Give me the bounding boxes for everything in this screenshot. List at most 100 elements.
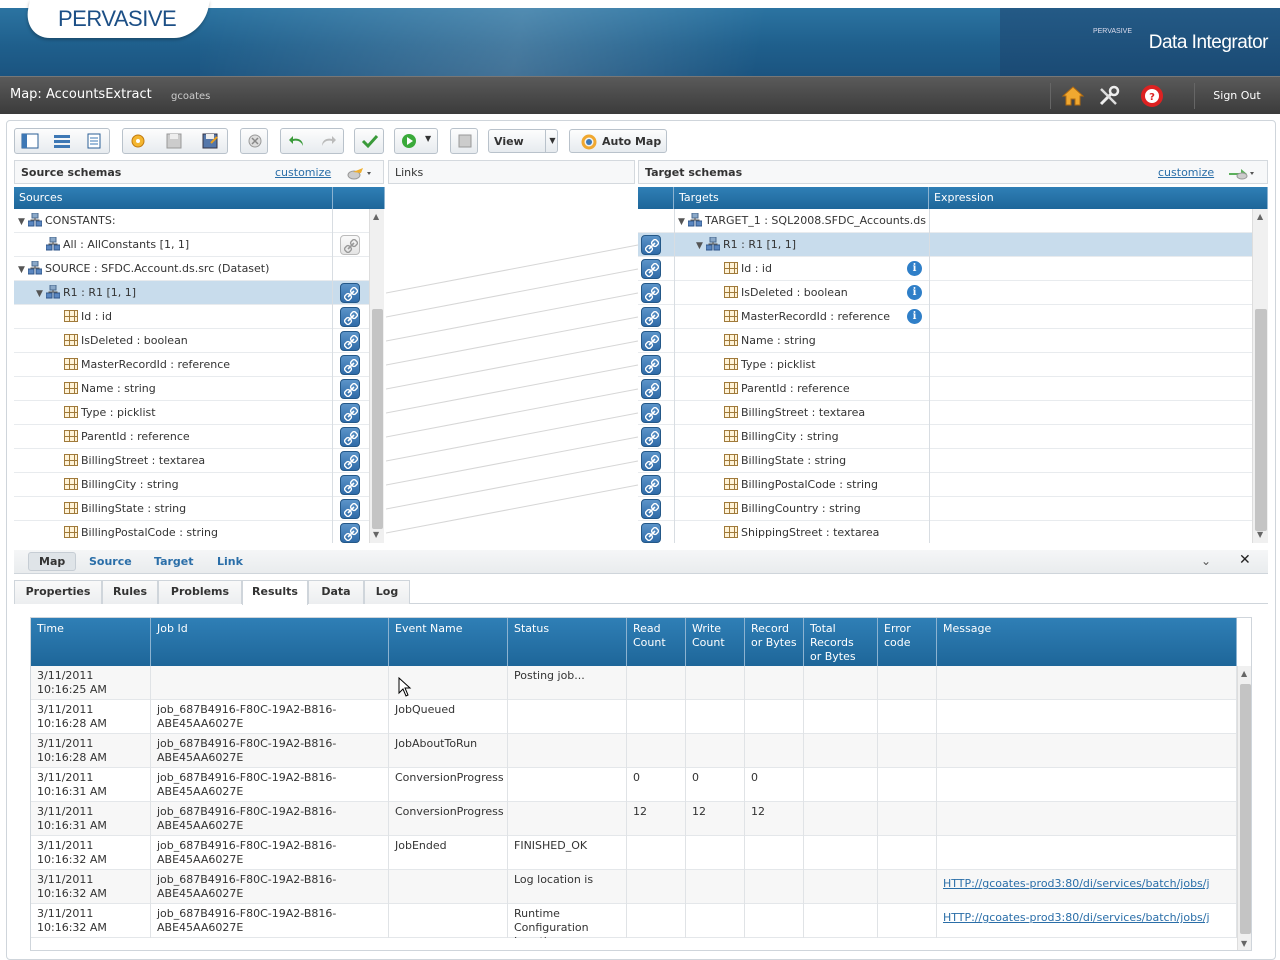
help-icon[interactable]: ? (1140, 85, 1164, 107)
link-icon[interactable] (641, 307, 661, 327)
link-line[interactable] (386, 412, 638, 462)
target-tree-row[interactable]: BillingCity : string (638, 425, 1252, 449)
table-row[interactable]: 3/11/2011 10:16:32 AM job_687B4916-F80C-19… (31, 870, 1237, 904)
stop-button[interactable] (450, 128, 478, 154)
source-schema-menu-icon[interactable] (345, 165, 373, 181)
target-schema-menu-icon[interactable] (1227, 165, 1257, 181)
table-row[interactable]: 3/11/2011 10:16:32 AM job_687B4916-F80C-19… (31, 836, 1237, 870)
link-icon[interactable] (641, 427, 661, 447)
table-row[interactable]: 3/11/2011 10:16:31 AM job_687B4916-F80C-19… (31, 768, 1237, 802)
results-column-header[interactable]: Total Records or Bytes (804, 618, 878, 666)
expand-caret-icon[interactable]: ▼ (696, 235, 706, 258)
link-icon[interactable] (641, 451, 661, 471)
link-icon[interactable] (340, 475, 360, 495)
results-scroll-thumb[interactable] (1240, 684, 1251, 934)
target-tree-row[interactable]: BillingCountry : string (638, 497, 1252, 521)
target-tree-row[interactable]: ShippingStreet : textarea (638, 521, 1252, 543)
link-icon[interactable] (641, 379, 661, 399)
link-icon[interactable] (340, 283, 360, 303)
undo-icon[interactable] (288, 133, 306, 149)
results-column-header[interactable]: Time (31, 618, 151, 666)
table-row[interactable]: 3/11/2011 10:16:28 AM job_687B4916-F80C-19… (31, 700, 1237, 734)
message-link[interactable]: HTTP://gcoates-prod3:80/di/services/batc… (937, 870, 1237, 904)
list-icon[interactable] (53, 133, 71, 149)
link-icon[interactable] (340, 331, 360, 351)
expand-caret-icon[interactable]: ▼ (18, 259, 28, 282)
close-icon[interactable]: ✕ (1239, 552, 1251, 568)
results-column-header[interactable]: Write Count (686, 618, 745, 666)
auto-map-button[interactable]: Auto Map (569, 129, 667, 153)
target-tree-row[interactable]: Name : string (638, 329, 1252, 353)
new-icon[interactable] (129, 133, 147, 149)
link-line[interactable] (386, 460, 638, 510)
link-icon[interactable] (340, 235, 360, 255)
link-icon[interactable] (340, 307, 360, 327)
save-as-icon[interactable] (201, 133, 219, 149)
tab-results[interactable]: Results (242, 580, 308, 605)
table-row[interactable]: 3/11/2011 10:16:28 AM job_687B4916-F80C-19… (31, 734, 1237, 768)
results-column-header[interactable]: Message (937, 618, 1237, 666)
target-tree-row[interactable]: ▼ R1 : R1 [1, 1] (638, 233, 1252, 257)
subtab-link[interactable]: Link (209, 554, 251, 569)
sign-out-button[interactable]: Sign Out (1202, 85, 1272, 107)
info-icon[interactable]: i (907, 285, 922, 300)
tab-problems[interactable]: Problems (158, 580, 242, 604)
link-icon[interactable] (340, 499, 360, 519)
tab-data[interactable]: Data (308, 580, 364, 604)
source-tree-row[interactable]: ▼ R1 : R1 [1, 1] (14, 281, 369, 305)
info-icon[interactable]: i (907, 309, 922, 324)
table-row[interactable]: 3/11/2011 10:16:31 AM job_687B4916-F80C-19… (31, 802, 1237, 836)
scroll-down-icon[interactable]: ▼ (1257, 530, 1263, 539)
scroll-down-icon[interactable]: ▼ (373, 530, 379, 539)
link-icon[interactable] (340, 379, 360, 399)
link-line[interactable] (386, 268, 638, 318)
results-column-header[interactable]: Read Count (627, 618, 686, 666)
source-tree-row[interactable]: IsDeleted : boolean (14, 329, 369, 353)
expand-caret-icon[interactable]: ▼ (18, 211, 28, 234)
source-tree-row[interactable]: ParentId : reference (14, 425, 369, 449)
link-icon[interactable] (641, 523, 661, 543)
table-row[interactable]: 3/11/2011 10:16:32 AM job_687B4916-F80C-19… (31, 904, 1237, 938)
link-line[interactable] (386, 340, 638, 390)
redo-icon[interactable] (319, 133, 337, 149)
results-scrollbar[interactable]: ▲ ▼ (1237, 666, 1251, 950)
cancel-button[interactable] (240, 128, 268, 154)
source-scroll-thumb[interactable] (372, 309, 383, 529)
link-icon[interactable] (641, 403, 661, 423)
target-customize-link[interactable]: customize (1158, 166, 1214, 179)
link-icon[interactable] (641, 355, 661, 375)
link-icon[interactable] (340, 523, 360, 543)
target-scrollbar[interactable]: ▲ ▼ (1252, 209, 1268, 543)
source-tree-row[interactable]: ▼ CONSTANTS: (14, 209, 369, 233)
results-column-header[interactable]: Event Name (389, 618, 508, 666)
tab-properties[interactable]: Properties (14, 580, 102, 604)
source-customize-link[interactable]: customize (275, 166, 331, 179)
source-tree-row[interactable]: Id : id (14, 305, 369, 329)
source-tree-row[interactable]: Type : picklist (14, 401, 369, 425)
view-dropdown[interactable]: View ▼ (488, 129, 558, 153)
link-line[interactable] (386, 484, 638, 534)
target-tree-row[interactable]: Id : id i (638, 257, 1252, 281)
target-tree-row[interactable]: MasterRecordId : reference i (638, 305, 1252, 329)
home-icon[interactable] (1061, 85, 1085, 107)
link-line[interactable] (386, 244, 638, 294)
run-button[interactable]: ▼ (394, 128, 438, 154)
link-line[interactable] (386, 364, 638, 414)
subtab-target[interactable]: Target (146, 554, 202, 569)
tools-icon[interactable] (1097, 85, 1121, 107)
scroll-down-icon[interactable]: ▼ (1241, 939, 1247, 948)
tab-rules[interactable]: Rules (102, 580, 158, 604)
link-icon[interactable] (641, 475, 661, 495)
target-scroll-thumb[interactable] (1255, 309, 1267, 531)
target-tree-row[interactable]: BillingStreet : textarea (638, 401, 1252, 425)
link-line[interactable] (386, 292, 638, 342)
expand-caret-icon[interactable]: ▼ (36, 283, 46, 306)
link-icon[interactable] (340, 427, 360, 447)
link-icon[interactable] (641, 499, 661, 519)
scroll-up-icon[interactable]: ▲ (1241, 669, 1247, 678)
scroll-up-icon[interactable]: ▲ (373, 212, 379, 221)
target-tree-row[interactable]: ▼ TARGET_1 : SQL2008.SFDC_Accounts.ds (638, 209, 1252, 233)
save-icon[interactable] (165, 133, 183, 149)
source-tree-row[interactable]: BillingPostalCode : string (14, 521, 369, 543)
validate-button[interactable] (354, 128, 384, 154)
